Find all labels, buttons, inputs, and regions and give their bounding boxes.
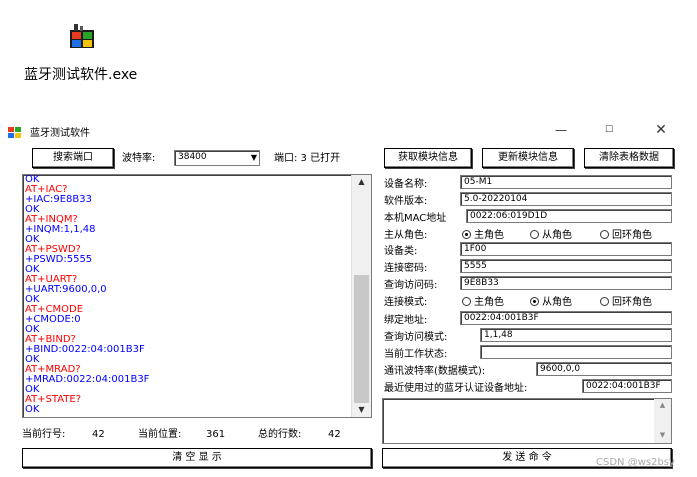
radio-icon[interactable]	[530, 229, 539, 239]
role-radio-master[interactable]: 主角色	[462, 229, 504, 243]
radio-icon[interactable]	[462, 296, 471, 306]
connection-mode-label: 连接模式:	[384, 297, 428, 308]
command-input[interactable]: ▲ ▼	[382, 398, 672, 444]
conn-mode-radio-master[interactable]: 主角色	[462, 296, 504, 310]
work-state-field[interactable]	[480, 345, 672, 359]
log-line: +INQM:1,1,48	[25, 224, 96, 235]
total-lines-label: 总的行数:	[258, 429, 302, 440]
total-lines-value: 42	[328, 429, 341, 440]
log-textbox[interactable]: OK AT+IAC? +IAC:9E8B33 OK AT+INQM? +INQM:1,1,…	[22, 174, 372, 418]
baud-rate-label: 波特率:	[122, 153, 156, 164]
bind-address-label: 绑定地址:	[384, 315, 428, 326]
device-name-field[interactable]: 05-M1	[460, 175, 672, 189]
radio-icon[interactable]	[600, 229, 609, 239]
clear-table-button[interactable]: 清除表格数据	[584, 148, 674, 168]
log-scrollbar[interactable]: ▲ ▼	[351, 175, 371, 417]
exe-file-icon[interactable]	[68, 22, 96, 50]
log-line: OK	[25, 404, 40, 415]
role-radio-slave[interactable]: 从角色	[530, 229, 572, 243]
chevron-down-icon[interactable]: ▼	[251, 151, 257, 164]
pin-field[interactable]: 5555	[460, 259, 672, 273]
port-status-text: 端口: 3 已打开	[274, 153, 341, 164]
pin-label: 连接密码:	[384, 263, 428, 274]
minimize-button[interactable]: —	[546, 120, 576, 140]
device-class-field[interactable]: 1F00	[460, 242, 672, 256]
command-scrollbar[interactable]: ▲ ▼	[654, 399, 671, 443]
iac-field[interactable]: 9E8B33	[460, 276, 672, 290]
update-module-info-button[interactable]: 更新模块信息	[482, 148, 574, 168]
app-icon	[8, 124, 22, 138]
log-line: +IAC:9E8B33	[25, 194, 92, 205]
log-line: OK	[25, 174, 40, 185]
log-line: +UART:9600,0,0	[25, 284, 107, 295]
baud-rate-select[interactable]: 38400 ▼	[174, 150, 260, 166]
inquiry-mode-field[interactable]: 1,1,48	[480, 328, 672, 342]
role-radio-loopback[interactable]: 回环角色	[600, 229, 652, 243]
software-version-label: 软件版本:	[384, 196, 428, 207]
current-line-value: 42	[92, 429, 105, 440]
scroll-up-icon[interactable]: ▲	[352, 177, 371, 186]
log-line: +MRAD:0022:04:001B3F	[25, 374, 150, 385]
iac-label: 查询访问码:	[384, 280, 438, 291]
watermark-text: CSDN @ws2bsy	[596, 457, 675, 468]
app-window: 蓝牙测试软件 — ☐ ✕ 搜索端口 波特率: 38400 ▼ 端口: 3 已打开…	[0, 118, 697, 477]
radio-selected-icon[interactable]	[462, 229, 471, 239]
scroll-down-icon[interactable]: ▼	[352, 405, 371, 414]
current-position-label: 当前位置:	[138, 429, 182, 440]
current-line-label: 当前行号:	[22, 429, 66, 440]
device-name-label: 设备名称:	[384, 179, 428, 190]
close-button[interactable]: ✕	[646, 120, 676, 140]
current-position-value: 361	[206, 429, 226, 440]
get-module-info-button[interactable]: 获取模块信息	[384, 148, 472, 168]
radio-icon[interactable]	[600, 296, 609, 306]
log-scroll-thumb[interactable]	[354, 275, 369, 403]
scroll-up-icon[interactable]: ▲	[654, 401, 671, 409]
uart-label: 通讯波特率(数据模式):	[384, 366, 486, 377]
mac-address-label: 本机MAC地址	[384, 213, 447, 224]
software-version-field[interactable]: 5.0-20220104	[460, 192, 672, 206]
work-state-label: 当前工作状态:	[384, 349, 448, 360]
conn-mode-radio-slave[interactable]: 从角色	[530, 296, 572, 310]
scroll-down-icon[interactable]: ▼	[654, 431, 671, 439]
log-line: +PSWD:5555	[25, 254, 93, 265]
log-lines: OK AT+IAC? +IAC:9E8B33 OK AT+INQM? +INQM:1,1,…	[25, 175, 350, 415]
recent-device-field[interactable]: 0022:04:001B3F	[582, 379, 672, 393]
maximize-button[interactable]: ☐	[594, 120, 624, 140]
bind-address-field[interactable]: 0022:04:001B3F	[460, 311, 672, 325]
role-label: 主从角色:	[384, 230, 428, 241]
baud-rate-value: 38400	[178, 152, 207, 162]
radio-selected-icon[interactable]	[530, 296, 539, 306]
uart-field[interactable]: 9600,0,0	[536, 362, 672, 376]
clear-display-button[interactable]: 清 空 显 示	[22, 448, 372, 468]
log-line: +CMODE:0	[25, 314, 81, 325]
conn-mode-radio-loopback[interactable]: 回环角色	[600, 296, 652, 310]
mac-address-field[interactable]: 0022:06:019D1D	[466, 209, 672, 223]
title-bar[interactable]: 蓝牙测试软件 — ☐ ✕	[0, 118, 697, 142]
exe-file-label[interactable]: 蓝牙测试软件.exe	[24, 64, 137, 84]
log-line: +BIND:0022:04:001B3F	[25, 344, 145, 355]
recent-device-label: 最近使用过的蓝牙认证设备地址:	[384, 383, 528, 394]
search-port-button[interactable]: 搜索端口	[32, 148, 114, 168]
device-class-label: 设备类:	[384, 246, 418, 257]
log-line: AT+STATE?	[25, 394, 82, 405]
window-title: 蓝牙测试软件	[30, 128, 90, 139]
inquiry-mode-label: 查询访问模式:	[384, 332, 448, 343]
